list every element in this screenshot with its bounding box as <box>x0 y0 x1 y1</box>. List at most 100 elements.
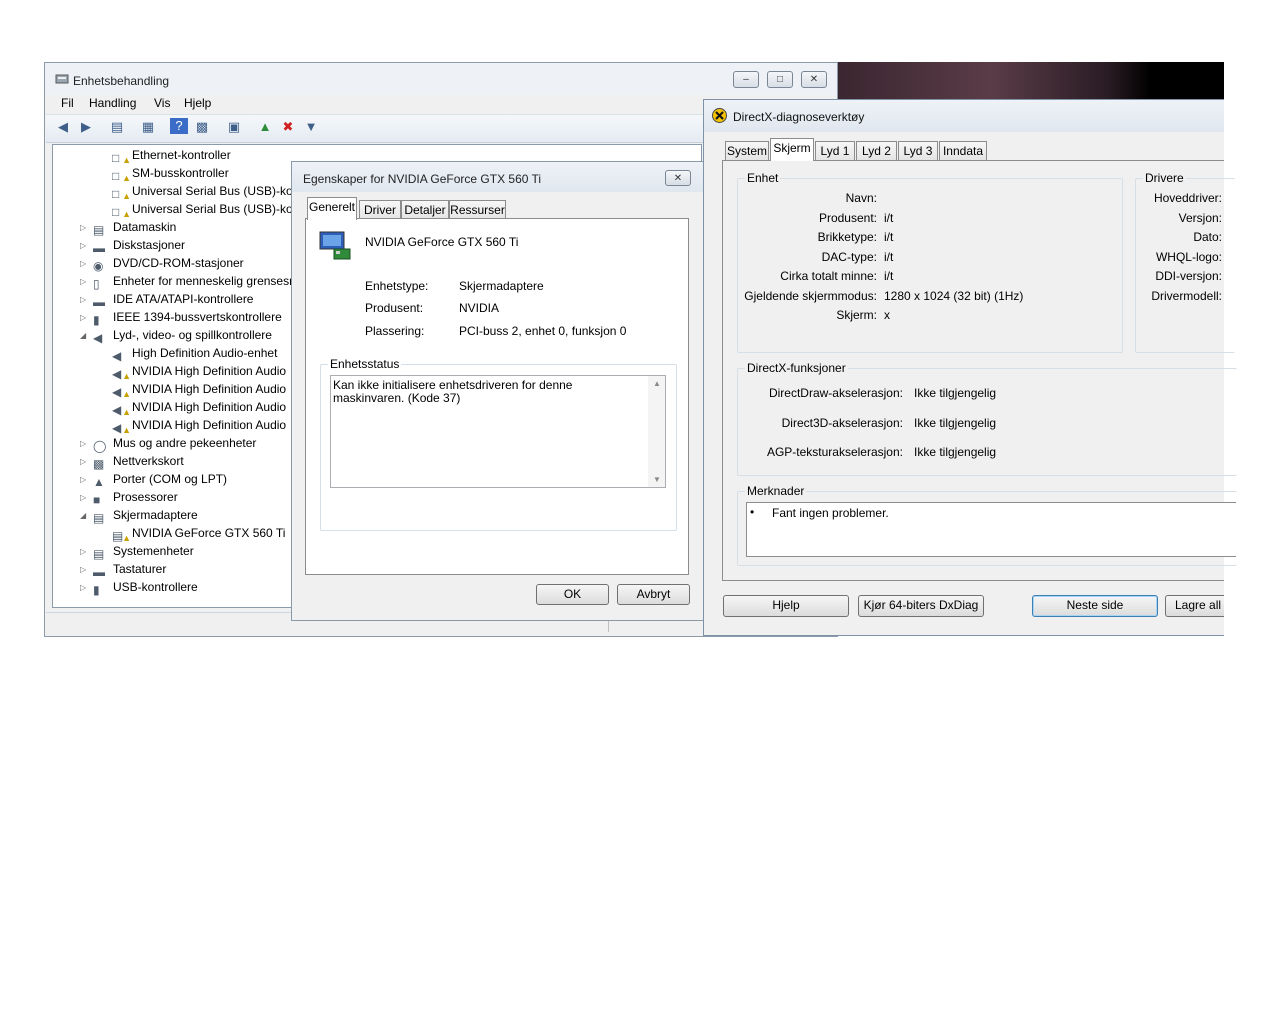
device-group-label: Enhet <box>745 171 781 185</box>
tree-item[interactable]: ◀ ▲ NVIDIA High Definition Audio <box>112 362 286 381</box>
menu-fil[interactable]: Fil <box>61 96 74 110</box>
expand-arrow-icon[interactable]: ▷ <box>80 435 88 453</box>
tab-detaljer[interactable]: Detaljer <box>401 200 449 220</box>
tree-item[interactable]: ▬ Diskstasjoner <box>93 236 185 255</box>
menu-vis[interactable]: Vis <box>154 96 170 110</box>
tree-item[interactable]: ▤ Datamaskin <box>93 218 176 237</box>
expand-arrow-icon[interactable]: ▷ <box>80 561 88 579</box>
device-field-value: i/t <box>884 211 894 225</box>
tree-item-label: Porter (COM og LPT) <box>113 472 228 486</box>
tree-item[interactable]: ◀ Lyd-, video- og spillkontrollere <box>93 326 272 345</box>
tree-item-label: USB-kontrollere <box>113 580 198 594</box>
help-button[interactable]: Hjelp <box>723 595 849 617</box>
close-button[interactable]: ✕ <box>801 71 827 88</box>
tree-item[interactable]: ◀ ▲ NVIDIA High Definition Audio <box>112 380 287 399</box>
properties-icon[interactable]: ▦ <box>139 118 157 136</box>
tree-item-label: NVIDIA High Definition Audio <box>132 382 287 396</box>
tree-item[interactable]: ▤ Skjermadaptere <box>93 506 198 525</box>
tree-item[interactable]: ◯ Mus og andre pekeenheter <box>93 434 256 453</box>
tree-item[interactable]: □ ▲ Ethernet-kontroller <box>112 146 231 165</box>
tree-item[interactable]: ▲ Porter (COM og LPT) <box>93 470 228 489</box>
tree-item[interactable]: □ ▲ SM-busskontroller <box>112 164 229 183</box>
expand-arrow-icon[interactable]: ▷ <box>80 237 88 255</box>
notes-item: Fant ingen problemer. <box>772 506 889 520</box>
scan-hardware-icon[interactable]: ▣ <box>225 118 243 136</box>
expand-arrow-icon[interactable]: ▷ <box>80 273 88 291</box>
tree-item[interactable]: ■ Prosessorer <box>93 488 178 507</box>
device-status-text[interactable]: Kan ikke initialisere enhetsdriveren for… <box>330 375 666 488</box>
tree-item[interactable]: ◀ ▲ NVIDIA High Definition Audio <box>112 398 286 417</box>
expand-arrow-icon[interactable]: ▷ <box>80 471 88 489</box>
run-64bit-dxdiag-button[interactable]: Kjør 64-biters DxDiag <box>858 595 984 617</box>
display-adapter-icon: ▤ <box>93 511 105 525</box>
device-field-label: Cirka totalt minne: <box>780 269 877 283</box>
tree-item[interactable]: ▬ Tastaturer <box>93 560 166 579</box>
menu-hjelp[interactable]: Hjelp <box>184 96 211 110</box>
expand-arrow-icon[interactable]: ▷ <box>80 219 88 237</box>
tab-lyd2[interactable]: Lyd 2 <box>856 141 897 161</box>
collapse-arrow-icon[interactable]: ◢ <box>80 507 88 525</box>
tree-item[interactable]: ◉ DVD/CD-ROM-stasjoner <box>93 254 244 273</box>
expand-arrow-icon[interactable]: ▷ <box>80 543 88 561</box>
tab-generelt[interactable]: Generelt <box>307 197 357 220</box>
tree-item[interactable]: ▤ Systemenheter <box>93 542 194 561</box>
save-all-info-button[interactable]: Lagre all in <box>1165 595 1224 617</box>
speaker-icon: ◀ <box>112 349 122 363</box>
collapse-arrow-icon[interactable]: ◢ <box>80 327 88 345</box>
show-hide-icon[interactable]: ▩ <box>193 118 211 136</box>
display-warning-icon: ▤ ▲ <box>112 529 131 543</box>
tab-skjerm[interactable]: Skjerm <box>770 138 814 161</box>
notes-box[interactable]: • Fant ingen problemer. <box>746 502 1236 557</box>
expand-arrow-icon[interactable]: ▷ <box>80 255 88 273</box>
properties-close-button[interactable]: ✕ <box>665 170 691 186</box>
forward-arrow-icon[interactable]: ▶ <box>77 118 95 136</box>
tree-item[interactable]: ◀ ▲ NVIDIA High Definition Audio <box>112 416 286 435</box>
tree-item[interactable]: ▮ IEEE 1394-bussvertskontrollere <box>93 308 282 327</box>
tree-item-label: Ethernet-kontroller <box>132 148 231 162</box>
tree-item[interactable]: □ ▲ Universal Serial Bus (USB)-kon <box>112 200 299 219</box>
next-page-button[interactable]: Neste side <box>1032 595 1158 617</box>
update-driver-icon[interactable]: ▲ <box>256 118 274 136</box>
status-scrollbar[interactable]: ▲ ▼ <box>648 376 665 487</box>
tab-inndata[interactable]: Inndata <box>939 141 987 161</box>
expand-arrow-icon[interactable]: ▷ <box>80 579 88 597</box>
expand-arrow-icon[interactable]: ▷ <box>80 291 88 309</box>
maximize-button[interactable]: □ <box>767 71 793 88</box>
device-field-value: i/t <box>884 230 894 244</box>
tree-item[interactable]: □ ▲ Universal Serial Bus (USB)-kon <box>112 182 299 201</box>
device-manager-icon <box>55 73 69 85</box>
tab-ressurser[interactable]: Ressurser <box>449 200 506 220</box>
cancel-button[interactable]: Avbryt <box>617 584 690 605</box>
device-field-value: x <box>884 308 890 322</box>
tree-item[interactable]: ▩ Nettverkskort <box>93 452 184 471</box>
tree-item[interactable]: ▤ ▲ NVIDIA GeForce GTX 560 Ti <box>112 524 286 543</box>
tree-item[interactable]: ▯ Enheter for menneskelig grensesn <box>93 272 296 291</box>
tree-item[interactable]: ▮ USB-kontrollere <box>93 578 198 597</box>
tab-lyd3[interactable]: Lyd 3 <box>898 141 938 161</box>
console-tree-icon[interactable]: ▤ <box>108 118 126 136</box>
tab-lyd1[interactable]: Lyd 1 <box>815 141 855 161</box>
tab-driver[interactable]: Driver <box>359 200 401 220</box>
scroll-down-icon[interactable]: ▼ <box>653 475 661 484</box>
help-icon[interactable]: ? <box>170 118 188 134</box>
notes-group-label: Merknader <box>745 484 807 498</box>
expand-arrow-icon[interactable]: ▷ <box>80 309 88 327</box>
back-arrow-icon[interactable]: ◀ <box>54 118 72 136</box>
menu-handling[interactable]: Handling <box>89 96 136 110</box>
ok-button[interactable]: OK <box>536 584 609 605</box>
uninstall-icon[interactable]: ✖ <box>279 118 297 136</box>
tree-item-label: NVIDIA GeForce GTX 560 Ti <box>132 526 286 540</box>
device-manager-titlebar[interactable]: Enhetsbehandling – □ ✕ <box>45 63 837 95</box>
tree-item[interactable]: ◀ High Definition Audio-enhet <box>112 344 277 363</box>
computer-icon: ▤ <box>93 223 105 237</box>
expand-arrow-icon[interactable]: ▷ <box>80 453 88 471</box>
disable-device-icon[interactable]: ▼ <box>302 118 320 136</box>
tab-system[interactable]: System <box>725 141 769 161</box>
driver-field-label: Versjon: <box>1178 211 1222 225</box>
scroll-up-icon[interactable]: ▲ <box>653 379 661 388</box>
tree-item[interactable]: ▬ IDE ATA/ATAPI-kontrollere <box>93 290 253 309</box>
minimize-button[interactable]: – <box>733 71 759 88</box>
directx-feature-label: Direct3D-akselerasjon: <box>781 416 903 430</box>
expand-arrow-icon[interactable]: ▷ <box>80 489 88 507</box>
warning-device-icon: □ ▲ <box>112 205 131 219</box>
